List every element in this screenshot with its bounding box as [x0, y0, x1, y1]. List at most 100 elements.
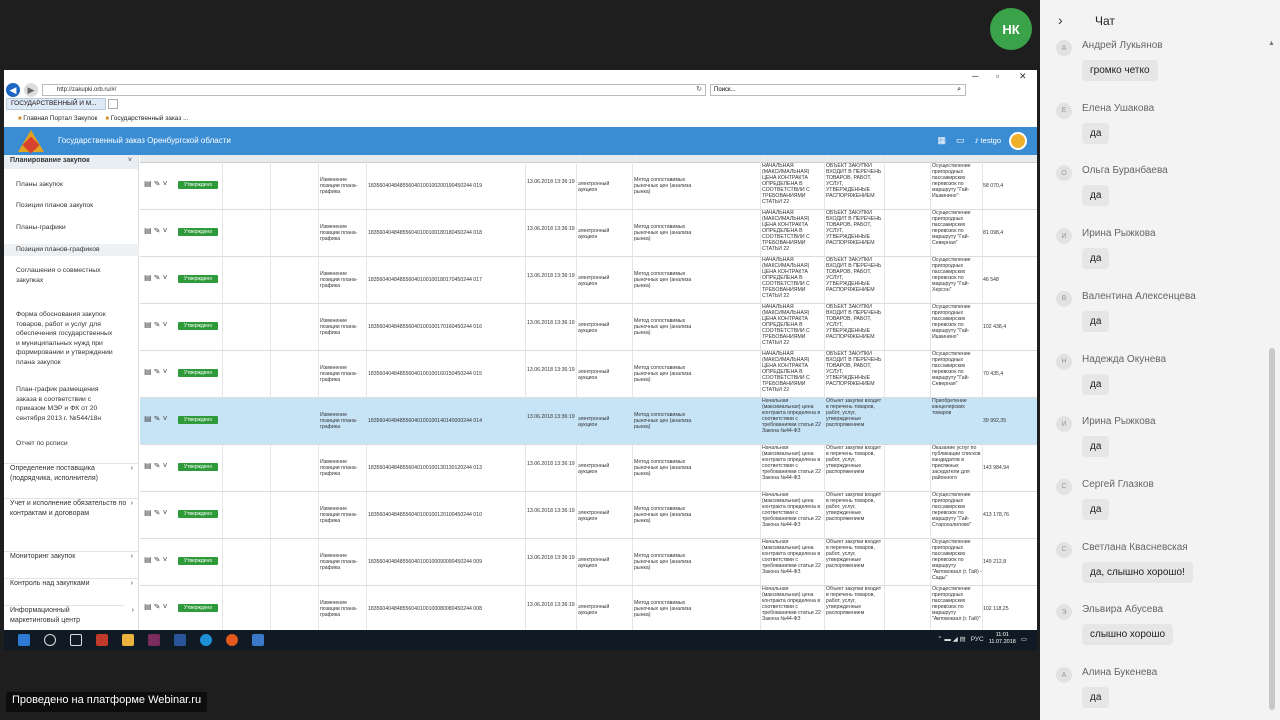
row-action-icons[interactable]: ▤ ✎ ˅ — [144, 322, 167, 332]
row-action-icons[interactable]: ▤ ✎ ˅ — [144, 181, 167, 191]
sidebar-item-plan-positions[interactable]: Позиции планов закупок — [4, 201, 105, 211]
sidebar-section-control[interactable]: Контроль над закупками › — [4, 578, 139, 589]
section-label: Определение поставщика (подрядчика, испо… — [10, 465, 98, 482]
row-method-type: электронный аукцион — [578, 604, 610, 616]
scroll-up-icon[interactable]: ▲ — [1268, 40, 1275, 47]
section-label: Информационный маркетинговый центр — [10, 607, 81, 624]
row-action-icons[interactable]: ▤ ✎ ˅ — [144, 275, 167, 285]
table-row[interactable]: ▤ ✎ ˅ Утверждено Изменение позиции плана-г… — [140, 304, 1037, 351]
chat-text: да, слышно хорошо! — [1082, 561, 1193, 583]
app-icon[interactable] — [148, 634, 160, 646]
sidebar-group-planning[interactable]: Планирование закупок — [4, 155, 138, 169]
system-tray: ⌃ ▬ ◢ ▤ РУС 11:01 11.07.2018 ▭ — [937, 632, 1027, 646]
chat-scrollbar[interactable]: ▲ — [1268, 40, 1276, 710]
app-icon[interactable] — [96, 634, 108, 646]
clock[interactable]: 11:01 11.07.2018 — [989, 632, 1016, 646]
favorite-link[interactable]: Главная Портал Закупок — [18, 115, 97, 122]
row-action-icons[interactable]: ▤ ✎ ˅ — [144, 369, 167, 379]
chevron-right-icon[interactable]: › — [1058, 12, 1063, 28]
row-action-icons[interactable]: ▤ ✎ ˅ — [144, 463, 167, 473]
row-number: 183560404848556040100100080080450244 008 — [368, 606, 482, 612]
row-description: Осуществление пригородных пассажирских п… — [932, 304, 971, 340]
sidebar-item-joint-agreements[interactable]: Соглашения о совместных закупках — [4, 266, 114, 285]
row-object-note: Объект закупки входит в перечень товаров… — [826, 445, 882, 475]
browser-tab[interactable]: ГОСУДАРСТВЕННЫЙ И М... — [6, 98, 106, 110]
app-header: Государственный заказ Оренбургской облас… — [4, 127, 1037, 155]
back-button[interactable]: ◀ — [6, 83, 20, 97]
row-action-icons[interactable]: ▤ ✎ ˅ — [144, 557, 167, 567]
sidebar-item-report[interactable]: Отчет по рсписи — [4, 439, 80, 449]
table-row[interactable]: ▤ ✎ ˅ Утверждено Изменение позиции плана-г… — [140, 163, 1037, 210]
windows-start-icon[interactable] — [18, 634, 30, 646]
task-view-icon[interactable] — [70, 634, 82, 646]
chevron-right-icon: › — [130, 580, 133, 587]
minimize-icon[interactable]: ─ — [972, 71, 978, 81]
row-type: Изменение позиции плана-графика — [320, 600, 358, 618]
section-label: Контроль над закупками — [10, 580, 90, 587]
firefox-icon[interactable] — [226, 634, 238, 646]
header-icons: ▦ ▭ ♪ — [937, 135, 979, 146]
url-bar[interactable]: http://zakupki.orb.ru/#/ ↻ — [42, 84, 706, 96]
folder-icon[interactable] — [122, 634, 134, 646]
sidebar: Планирование закупок Планы закупок Позиц… — [4, 155, 139, 630]
row-description: Оказание услуг по публикации списков кан… — [932, 445, 981, 481]
sidebar-item-schedules[interactable]: Планы-графики — [4, 223, 78, 233]
table-row[interactable]: ▤ ✎ ˅ Утверждено Изменение позиции плана-г… — [140, 586, 1037, 630]
tray-icons[interactable]: ⌃ ▬ ◢ ▤ — [937, 635, 966, 643]
clock-date: 11.07.2018 — [988, 639, 1016, 645]
chat-text: да — [1082, 436, 1110, 458]
maximize-icon[interactable]: ▫ — [996, 71, 999, 81]
chat-avatar: И — [1056, 416, 1072, 433]
chat-avatar: Н — [1056, 353, 1072, 370]
table-row[interactable]: ▤ ✎ ˅ Утверждено Изменение позиции плана-г… — [140, 539, 1037, 586]
clock-time: 11:01 — [995, 632, 1009, 638]
search-icon[interactable] — [44, 634, 56, 646]
table-row[interactable]: ▤ ✎ ˅ Утверждено Изменение позиции плана-г… — [140, 351, 1037, 398]
table-row[interactable]: ▤ ✎ ˅ Утверждено Изменение позиции плана-г… — [140, 492, 1037, 539]
app-icon[interactable] — [252, 634, 264, 646]
table-row[interactable]: ▤ ✎ ˅ Утверждено Изменение позиции плана-г… — [140, 210, 1037, 257]
chat-author: Ирина Рыжкова — [1082, 228, 1156, 240]
chat-avatar: О — [1056, 165, 1072, 182]
table-row[interactable]: ▤ ✎ ˅ Утверждено Изменение позиции плана-г… — [140, 445, 1037, 492]
user-name[interactable]: testgo — [981, 136, 1001, 145]
language-indicator[interactable]: РУС — [971, 636, 984, 643]
sidebar-section-contracts[interactable]: Учет и исполнение обязательств по контра… — [4, 498, 139, 519]
forward-button[interactable]: ▶ — [24, 83, 38, 97]
row-description: Осуществление пригородных пассажирских п… — [932, 163, 971, 199]
monitor-icon[interactable]: ▭ — [956, 135, 965, 146]
user-avatar[interactable] — [1009, 132, 1027, 150]
sidebar-item-plans[interactable]: Планы закупок — [4, 180, 75, 190]
notifications-icon[interactable]: ▭ — [1021, 635, 1027, 643]
sidebar-section-monitoring[interactable]: Мониторинг закупок › — [4, 551, 139, 562]
table-row[interactable]: ▤ ✎ ˅ Утверждено Изменение позиции плана-г… — [140, 257, 1037, 304]
table-row[interactable]: ▤ ✎ ˅ Утверждено Изменение позиции плана-г… — [140, 398, 1037, 445]
sidebar-item-justification-form[interactable]: Форма обоснования закупок товаров, работ… — [4, 310, 129, 367]
row-action-icons[interactable]: ▤ ✎ ˅ — [144, 510, 167, 520]
row-description: Осуществление пригородных пассажирских п… — [932, 492, 972, 528]
favorite-link[interactable]: Государственный заказ ... — [105, 115, 189, 122]
row-action-icons[interactable]: ▤ ✎ ˅ — [144, 604, 167, 614]
row-action-icons[interactable]: ▤ ✎ ˅ — [144, 228, 167, 238]
word-icon[interactable] — [174, 634, 186, 646]
new-tab-button[interactable] — [108, 99, 118, 109]
bell-icon[interactable]: ♪ — [975, 135, 980, 146]
chat-text: да — [1082, 373, 1110, 395]
refresh-icon[interactable]: ↻ — [696, 85, 702, 95]
row-nmc-justification: Начальная (максимальная) цена контракта … — [762, 492, 821, 528]
sidebar-item-order-schedule[interactable]: План-график размещения заказа в соответс… — [4, 385, 114, 423]
search-icon[interactable]: ⌕ — [957, 85, 961, 95]
browser-search[interactable]: Поиск... ⌕ — [710, 84, 966, 96]
close-icon[interactable]: ✕ — [1019, 71, 1027, 82]
row-action-icons[interactable]: ▤ ✎ ˅ — [144, 416, 167, 426]
row-object-note: Объект закупки входит в перечень товаров… — [826, 586, 882, 616]
row-object-note: ОБЪЕКТ ЗАКУПКИ ВХОДИТ В ПЕРЕЧЕНЬ ТОВАРОВ… — [826, 351, 882, 387]
internet-explorer-icon[interactable] — [200, 634, 212, 646]
sidebar-item-schedule-positions[interactable]: Позиции планов-графиков — [4, 244, 139, 256]
scrollbar-thumb[interactable] — [1269, 348, 1275, 710]
calendar-icon[interactable]: ▦ — [937, 135, 946, 146]
sidebar-section-supplier[interactable]: Определение поставщика (подрядчика, испо… — [4, 463, 139, 484]
sidebar-section-info-center[interactable]: Информационный маркетинговый центр › — [4, 605, 134, 626]
status-badge: Утверждено — [178, 463, 218, 471]
region-logo — [18, 130, 44, 152]
